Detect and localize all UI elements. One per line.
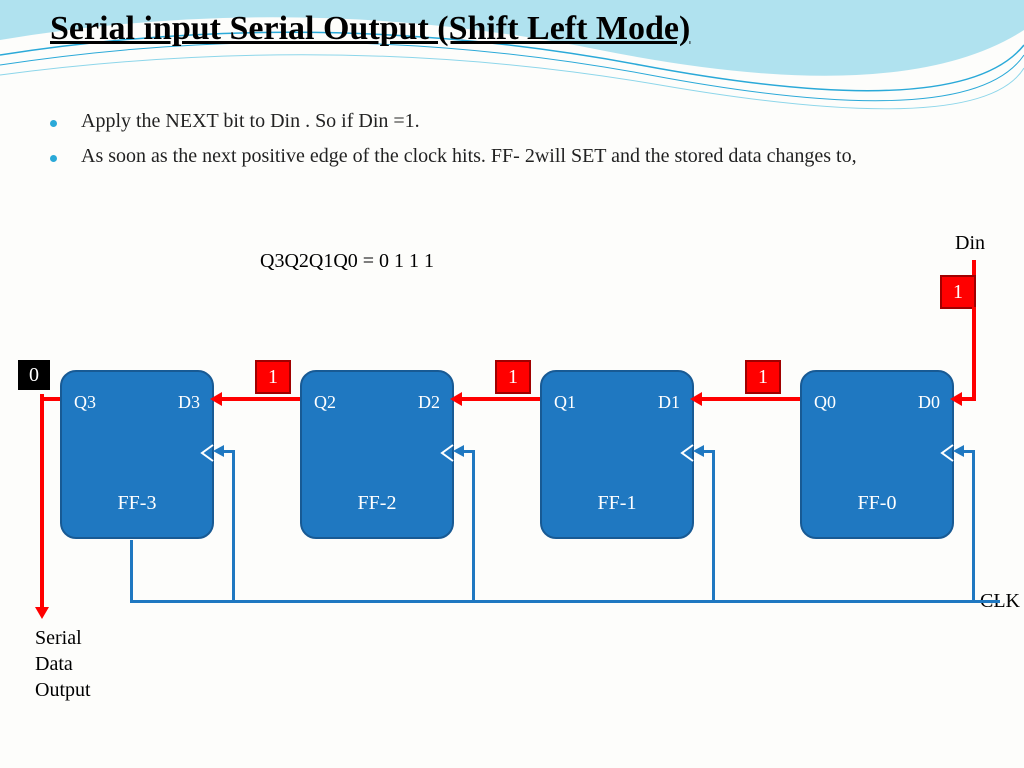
state-equation: Q3Q2Q1Q0 = 0 1 1 1 [260, 250, 434, 273]
d-label: D1 [658, 392, 680, 413]
din-value-box: 1 [940, 275, 976, 309]
data-wire [700, 397, 800, 401]
arrow-left-icon [210, 392, 222, 406]
din-wire [972, 307, 976, 399]
wire-value-box: 1 [745, 360, 781, 394]
q-label: Q2 [314, 392, 336, 413]
flipflop-3: Q3 D3 FF-3 [60, 370, 214, 539]
din-label: Din [955, 232, 985, 255]
clk-wire [130, 540, 133, 603]
ff-name: FF-3 [62, 492, 212, 515]
bullet-dot-icon [50, 155, 57, 162]
ff-name: FF-1 [542, 492, 692, 515]
flipflop-0: Q0 D0 FF-0 [800, 370, 954, 539]
arrow-left-icon [953, 445, 964, 457]
clock-triangle-icon [440, 444, 454, 462]
q-label: Q1 [554, 392, 576, 413]
wire-value-box: 1 [255, 360, 291, 394]
clk-wire [964, 450, 974, 453]
d-label: D0 [918, 392, 940, 413]
clk-wire [712, 450, 715, 600]
clk-wire [224, 450, 234, 453]
din-wire [972, 260, 976, 275]
d-label: D3 [178, 392, 200, 413]
clk-wire [232, 450, 235, 600]
output-value-box: 0 [18, 360, 50, 390]
clk-wire [472, 450, 475, 600]
arrow-left-icon [950, 392, 962, 406]
slide-title: Serial input Serial Output (Shift Left M… [50, 10, 690, 48]
data-wire [460, 397, 540, 401]
clock-triangle-icon [940, 444, 954, 462]
q-label: Q0 [814, 392, 836, 413]
bullet-list: Apply the NEXT bit to Din . So if Din =1… [50, 110, 950, 180]
arrow-down-icon [35, 607, 49, 619]
serial-output-label: Serial Data Output [35, 625, 91, 703]
bullet-text: As soon as the next positive edge of the… [81, 145, 857, 168]
output-wire [40, 394, 44, 609]
bullet-text: Apply the NEXT bit to Din . So if Din =1… [81, 110, 420, 133]
bullet-dot-icon [50, 120, 57, 127]
flipflop-1: Q1 D1 FF-1 [540, 370, 694, 539]
clock-triangle-icon [200, 444, 214, 462]
bullet-item: Apply the NEXT bit to Din . So if Din =1… [50, 110, 950, 133]
arrow-left-icon [690, 392, 702, 406]
clock-triangle-icon [680, 444, 694, 462]
clk-wire [972, 450, 975, 600]
q-label: Q3 [74, 392, 96, 413]
arrow-left-icon [693, 445, 704, 457]
data-wire [220, 397, 300, 401]
ff-name: FF-0 [802, 492, 952, 515]
flipflop-2: Q2 D2 FF-2 [300, 370, 454, 539]
clk-wire [704, 450, 714, 453]
din-wire [960, 397, 976, 401]
clk-bus [130, 600, 1000, 603]
arrow-left-icon [213, 445, 224, 457]
arrow-left-icon [453, 445, 464, 457]
d-label: D2 [418, 392, 440, 413]
ff-name: FF-2 [302, 492, 452, 515]
bullet-item: As soon as the next positive edge of the… [50, 145, 950, 168]
arrow-left-icon [450, 392, 462, 406]
wire-value-box: 1 [495, 360, 531, 394]
clk-wire [464, 450, 474, 453]
